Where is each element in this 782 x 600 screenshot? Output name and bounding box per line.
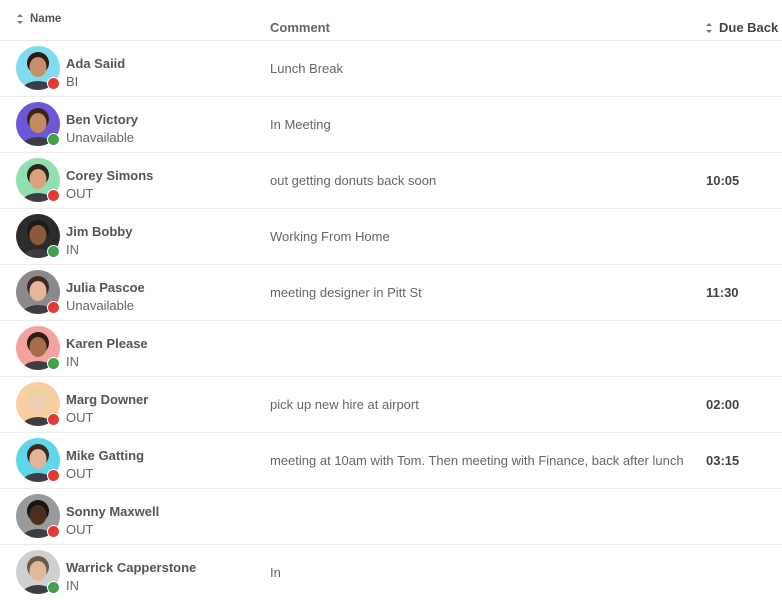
table-row[interactable]: Marg Downer OUT pick up new hire at airpor… [0,377,782,433]
person-name[interactable]: Julia Pascoe [66,280,145,295]
person-status: Unavailable [66,130,134,145]
staff-status-table: Name Comment Due Back Ada Saiid BI Lunch B… [0,0,782,600]
comment-text: meeting at 10am with Tom. Then meeting w… [270,453,684,468]
presence-status-dot [47,581,60,594]
table-header: Name Comment Due Back [0,0,782,41]
table-row[interactable]: Ada Saiid BI Lunch Break [0,41,782,97]
sort-icon[interactable] [705,22,713,34]
comment-text: In Meeting [270,117,331,132]
presence-status-dot [47,189,60,202]
person-status: Unavailable [66,298,134,313]
presence-status-dot [47,525,60,538]
due-back-header-label: Due Back [719,20,779,35]
table-row[interactable]: Jim Bobby IN Working From Home [0,209,782,265]
person-status: OUT [66,466,94,481]
comment-text [270,321,700,376]
presence-status-dot [47,77,60,90]
name-column-header[interactable]: Name [16,13,61,25]
person-name[interactable]: Sonny Maxwell [66,504,159,519]
comment-header-label: Comment [270,20,330,35]
person-name[interactable]: Marg Downer [66,392,148,407]
table-row[interactable]: Karen Please IN [0,321,782,377]
presence-status-dot [47,245,60,258]
person-status: BI [66,74,79,89]
person-status: IN [66,242,79,257]
table-row[interactable]: Mike Gatting OUT meeting at 10am with Tom.… [0,433,782,489]
table-row[interactable]: Ben Victory Unavailable In Meeting [0,97,782,153]
person-name[interactable]: Ben Victory [66,112,138,127]
presence-status-dot [47,133,60,146]
presence-status-dot [47,357,60,370]
person-status: OUT [66,186,94,201]
comment-text [270,489,700,544]
table-body: Ada Saiid BI Lunch Break Ben Victory Unavail… [0,41,782,600]
comment-text: meeting designer in Pitt St [270,285,422,300]
table-row[interactable]: Sonny Maxwell OUT [0,489,782,545]
person-status: IN [66,354,79,369]
person-name[interactable]: Jim Bobby [66,224,132,239]
due-back-time: 11:30 [706,285,739,300]
presence-status-dot [47,469,60,482]
comment-text: pick up new hire at airport [270,397,419,412]
name-header-label: Name [30,13,62,25]
presence-status-dot [47,301,60,314]
due-back-time: 03:15 [706,453,740,468]
comment-text: Working From Home [270,229,390,244]
comment-text: Lunch Break [270,61,343,76]
presence-status-dot [47,413,60,426]
sort-icon[interactable] [16,13,24,25]
person-name[interactable]: Corey Simons [66,168,153,183]
person-name[interactable]: Mike Gatting [66,448,144,463]
table-row[interactable]: Julia Pascoe Unavailable meeting designer … [0,265,782,321]
person-status: OUT [66,410,94,425]
person-name[interactable]: Ada Saiid [66,56,125,71]
person-status: IN [66,578,79,593]
person-name[interactable]: Warrick Capperstone [66,560,196,575]
due-back-time: 02:00 [706,397,740,412]
person-name[interactable]: Karen Please [66,336,148,351]
person-status: OUT [66,522,94,537]
comment-text: out getting donuts back soon [270,173,437,188]
due-back-time: 10:05 [706,173,740,188]
table-row[interactable]: Corey Simons OUT out getting donuts back s… [0,153,782,209]
